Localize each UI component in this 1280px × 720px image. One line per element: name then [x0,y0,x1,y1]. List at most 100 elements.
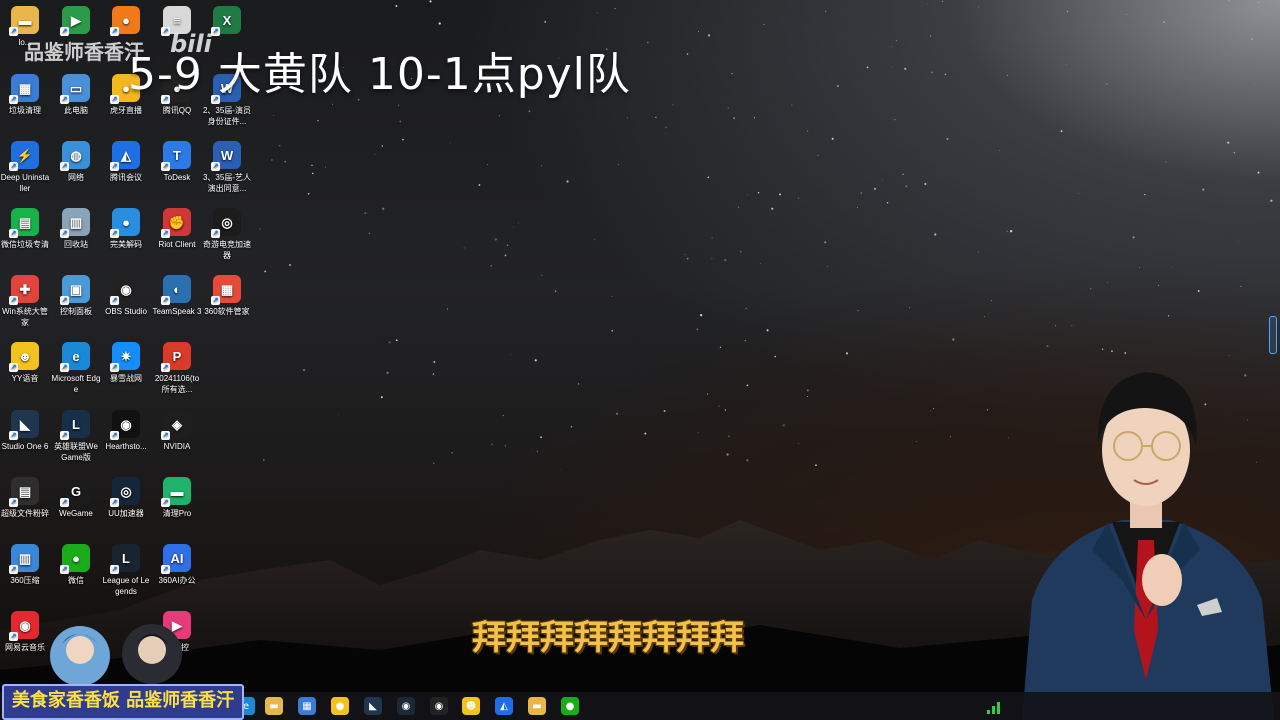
desktop-icon[interactable]: ◎ ↗ 奇游电竞加速器 [202,208,252,261]
scroll-indicator[interactable] [1269,316,1277,354]
desktop-icon[interactable]: ⚡ ↗ Deep Uninstaller [0,141,50,194]
desktop-icon[interactable]: ◐ ↗ TeamSpeak 3 [152,275,202,317]
desktop-icon[interactable]: ☻ ↗ YY语音 [0,342,50,384]
star [402,138,404,141]
taskbar-folder-icon[interactable]: ▬ [528,697,546,715]
star [1144,194,1146,196]
desktop-icon[interactable]: T ↗ ToDesk [152,141,202,183]
streamer-avatars [50,624,182,686]
desktop-icon[interactable]: ◍ ↗ 网络 [51,141,101,183]
network-tray-icon[interactable] [986,700,1002,714]
star [1270,199,1273,202]
desktop-icon[interactable]: e ↗ Microsoft Edge [51,342,101,395]
shortcut-arrow-icon: ↗ [9,27,18,36]
desktop-icon[interactable]: ◈ ↗ NVIDIA [152,410,202,452]
star [1253,83,1255,84]
desktop-icon[interactable]: ▥ ↗ 360压缩 [0,544,50,586]
shortcut-arrow-icon: ↗ [9,431,18,440]
desktop-icon[interactable]: ▥ ↗ 回收站 [51,208,101,250]
taskbar-steam-icon[interactable]: ◉ [397,697,415,715]
desktop-icon[interactable]: ✚ ↗ Win系统大管家 [0,275,50,328]
shortcut-arrow-icon: ↗ [9,95,18,104]
desktop-icon[interactable]: ● ↗ [101,6,151,37]
desktop-icon[interactable]: G ↗ WeGame [51,477,101,519]
desktop-icon[interactable]: ✊ ↗ Riot Client [152,208,202,250]
desktop-icon[interactable]: ● ↗ 完美解码 [101,208,151,250]
star [745,307,747,310]
desktop-icon[interactable]: ✷ ↗ 暴雪战网 [101,342,151,384]
star [1227,141,1230,144]
desktop-icon[interactable]: ▤ ↗ 微信垃圾专清 [0,208,50,250]
desktop-icon[interactable]: ◉ ↗ 网易云音乐 [0,611,50,653]
star [1065,63,1067,65]
star [763,23,765,26]
desktop-icon[interactable]: ◉ ↗ Hearthsto... [101,410,151,452]
recycle-bin-icon: ▥ ↗ [60,208,90,238]
star [944,73,947,76]
desktop-icon[interactable]: ● ↗ 微信 [51,544,101,586]
taskbar-meeting-icon[interactable]: ◭ [495,697,513,715]
desktop-icon[interactable]: ▬ ↗ 清理Pro [152,477,202,519]
desktop-icon[interactable]: ▦ ↗ 垃圾清理 [0,74,50,116]
desktop-icon-label: 2、35届-演员身份证件... [202,106,251,126]
taskbar-chat-icon[interactable]: ● [331,697,349,715]
desktop-icon[interactable]: ▶ ↗ [51,6,101,37]
desktop-icon-label: Hearthsto... [105,442,147,451]
star [1228,0,1230,2]
star [317,119,319,122]
taskbar-obs-icon[interactable]: ◉ [430,697,448,715]
riot-client-icon: ✊ ↗ [161,208,191,238]
desktop-icon[interactable]: ▦ ↗ 360软件管家 [202,275,252,317]
shortcut-arrow-icon: ↗ [60,296,69,305]
desktop-icon[interactable]: P ↗ 20241106(to所有选... [152,342,202,395]
shortcut-arrow-icon: ↗ [161,565,170,574]
star [946,138,949,141]
star [719,346,722,348]
360-zip-icon: ▥ ↗ [9,544,39,574]
star [518,222,520,224]
streamer-portrait [1022,372,1274,720]
desktop-icon-label: YY语音 [11,374,39,383]
taskbar-store-icon[interactable]: ▦ [298,697,316,715]
star [746,384,749,387]
desktop-icon[interactable]: ▣ ↗ 控制面板 [51,275,101,317]
file-shredder-icon: ▤ ↗ [9,477,39,507]
desktop-icon-label: UU加速器 [108,509,144,518]
desktop-icon[interactable]: ◎ ↗ UU加速器 [101,477,151,519]
word-icon: W ↗ [211,141,241,171]
star [739,250,742,253]
desktop-icon[interactable]: ◣ ↗ Studio One 6 [0,410,50,452]
star [1202,188,1205,191]
desktop-icon-label: 控制面板 [60,307,92,316]
desktop-icon-label: 微信 [68,576,84,585]
desktop-icon[interactable]: W ↗ 3、35届-艺人演出同意... [202,141,252,194]
edge-icon: e ↗ [60,342,90,372]
star [766,329,769,332]
star [596,12,598,14]
taskbar-wechat-icon[interactable]: ● [561,697,579,715]
star [999,150,1000,151]
star [886,202,889,204]
desktop-icon[interactable]: ◉ ↗ OBS Studio [101,275,151,317]
shortcut-arrow-icon: ↗ [60,229,69,238]
desktop-icon-label: NVIDIA [163,442,191,451]
star [364,212,367,215]
star [1138,267,1141,269]
desktop-icon[interactable]: ◭ ↗ 腾讯会议 [101,141,151,183]
desktop-icon[interactable]: AI ↗ 360AI办公 [152,544,202,586]
desktop-icon[interactable]: L ↗ 英雄联盟WeGame版 [51,410,101,463]
star [1089,287,1092,290]
star [594,239,595,241]
taskbar-yy-icon[interactable]: ☻ [462,697,480,715]
excel-icon: X ↗ [211,6,241,36]
taskbar-explorer-icon[interactable]: ▬ [265,697,283,715]
desktop-icon[interactable]: L ↗ League of Legends [101,544,151,597]
desktop-icon[interactable]: ▭ ↗ 此电脑 [51,74,101,116]
channel-banner: 美食家香香饭 品鉴师香香汗 [2,684,244,720]
desktop-icon-grid: ▬ ↗ lo... ▶ ↗ ● ↗ ≡ ↗ X ↗ ▦ ↗ 垃圾清理 ▭ ↗ 此电脑 ● ↗ 虎牙直播 ● ↗ 腾讯QQ W ↗… [0,0,255,680]
network-icon: ◍ ↗ [60,141,90,171]
desktop-icon[interactable]: ▤ ↗ 超级文件粉碎 [0,477,50,519]
desktop-icon-label: 此电脑 [64,106,88,115]
shortcut-arrow-icon: ↗ [161,498,170,507]
taskbar-studio-icon[interactable]: ◣ [364,697,382,715]
